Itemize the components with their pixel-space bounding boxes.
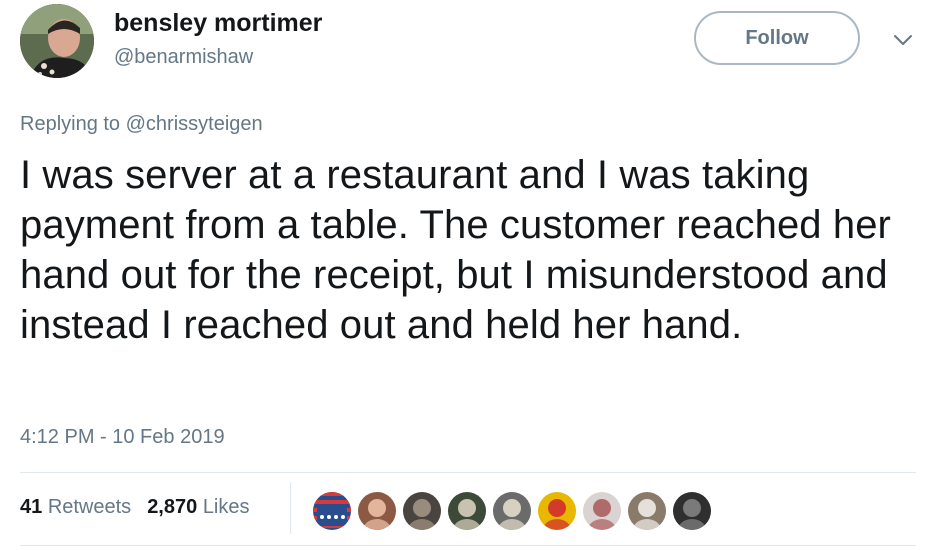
liker-avatar-5[interactable]	[492, 491, 532, 531]
follow-button[interactable]: Follow	[694, 11, 860, 65]
liker-avatar-6[interactable]	[537, 491, 577, 531]
replying-to-label: Replying to	[20, 113, 126, 135]
liker-avatar-2[interactable]	[357, 491, 397, 531]
divider	[20, 472, 916, 473]
replying-to-line: Replying to @chrissyteigen	[20, 113, 263, 136]
liker-avatar-8[interactable]	[627, 491, 667, 531]
liker-avatar-9[interactable]	[672, 491, 712, 531]
liker-avatar-3[interactable]	[402, 491, 442, 531]
liker-avatar-4[interactable]	[447, 491, 487, 531]
retweets-stat[interactable]: 41 Retweets	[20, 496, 131, 519]
likes-count: 2,870	[147, 496, 198, 518]
stats-separator	[290, 482, 291, 534]
user-handle[interactable]: @benarmishaw	[114, 46, 253, 69]
likes-label: Likes	[202, 496, 250, 518]
profile-photo-icon[interactable]	[20, 4, 94, 78]
display-name[interactable]: bensley mortimer	[114, 9, 322, 38]
liker-avatars	[312, 491, 717, 531]
liker-avatar-7[interactable]	[582, 491, 622, 531]
tweet-text: I was server at a restaurant and I was t…	[20, 153, 891, 347]
tweet-card: bensley mortimer @benarmishaw Follow Rep…	[0, 0, 950, 550]
liker-avatar-flag[interactable]	[312, 491, 352, 531]
chevron-down-icon[interactable]	[890, 30, 916, 50]
tweet-stats: 41 Retweets 2,870 Likes	[20, 496, 250, 519]
tweet-timestamp[interactable]: 4:12 PM - 10 Feb 2019	[20, 426, 225, 449]
reply-mention-link[interactable]: @chrissyteigen	[126, 113, 263, 135]
divider	[20, 545, 916, 546]
likes-stat[interactable]: 2,870 Likes	[147, 496, 249, 519]
retweets-label: Retweets	[47, 496, 132, 518]
retweets-count: 41	[20, 496, 43, 518]
